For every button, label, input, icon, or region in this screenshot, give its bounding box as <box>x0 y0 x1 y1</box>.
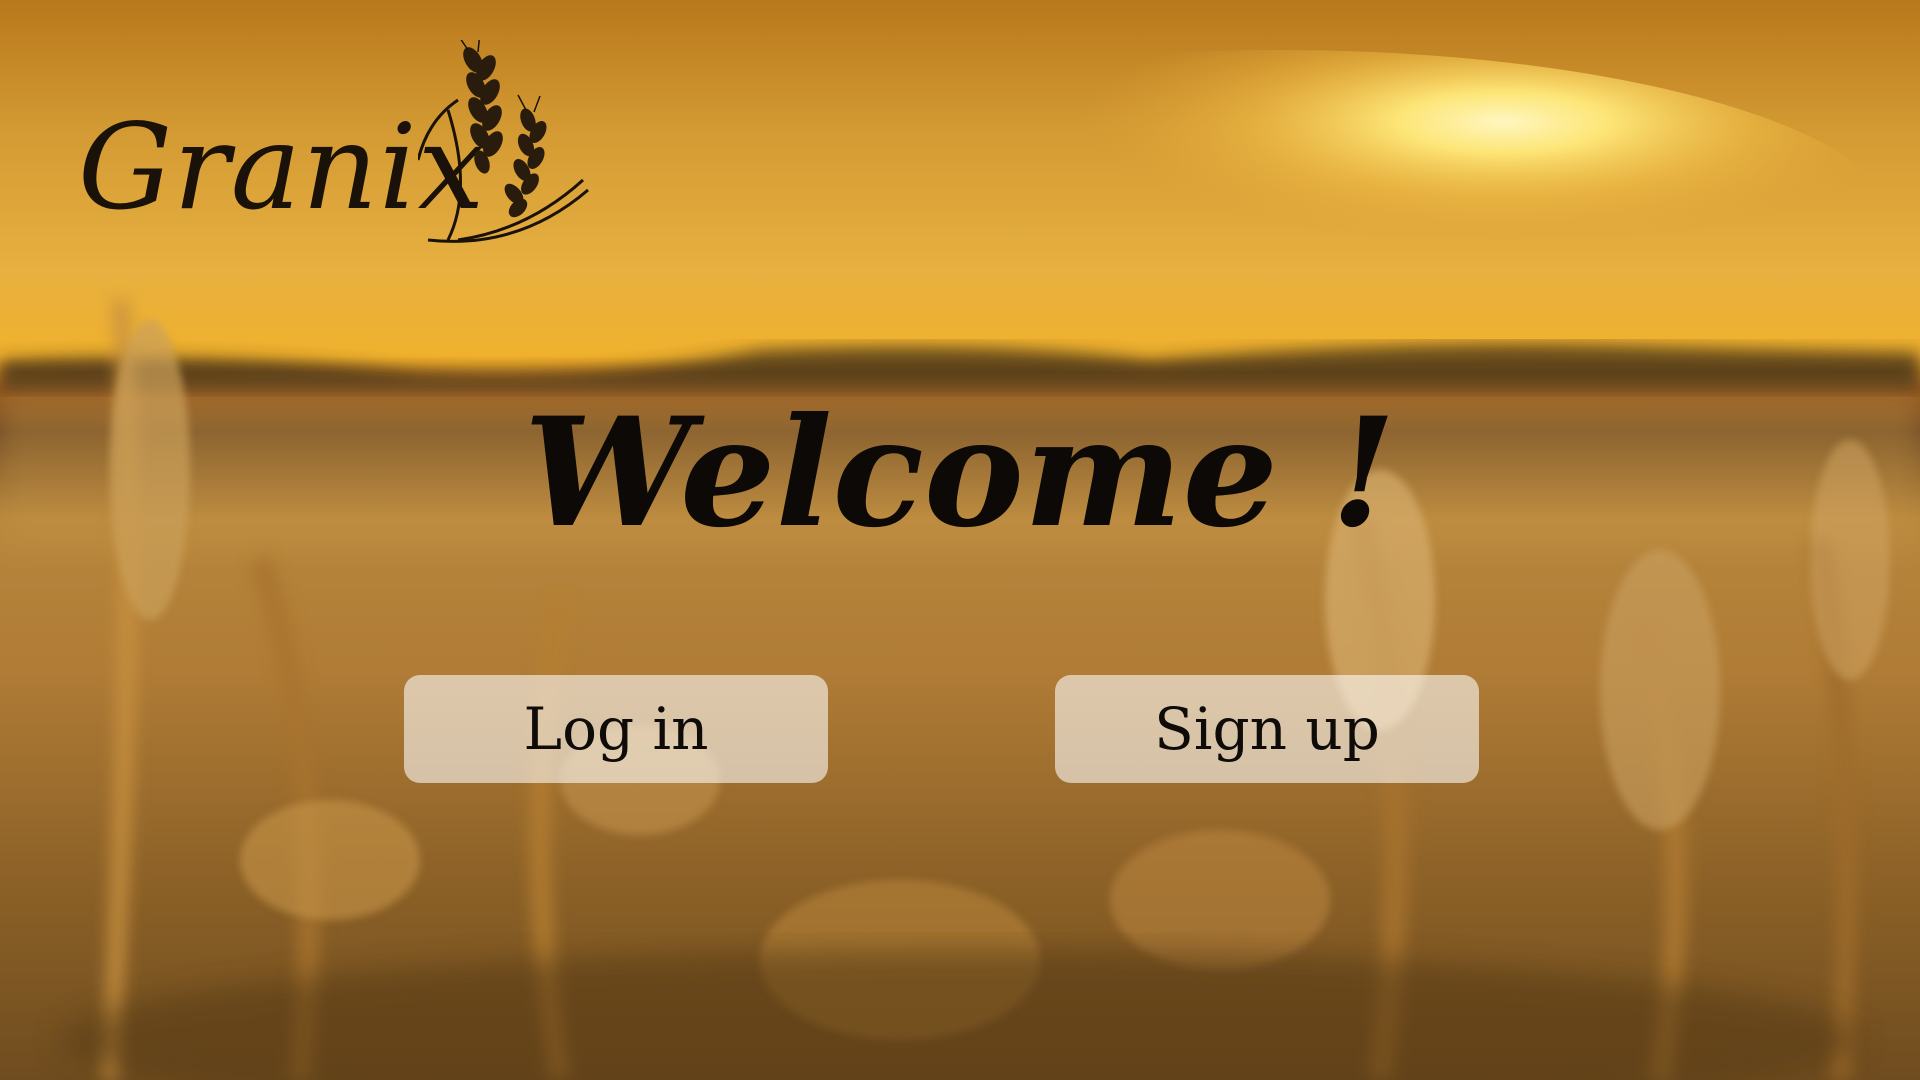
brand-logo: Granix <box>78 40 598 290</box>
welcome-heading: Welcome ! <box>523 385 1397 561</box>
login-button[interactable]: Log in <box>404 675 828 783</box>
signup-button[interactable]: Sign up <box>1055 675 1479 783</box>
wheat-icon <box>418 40 589 243</box>
